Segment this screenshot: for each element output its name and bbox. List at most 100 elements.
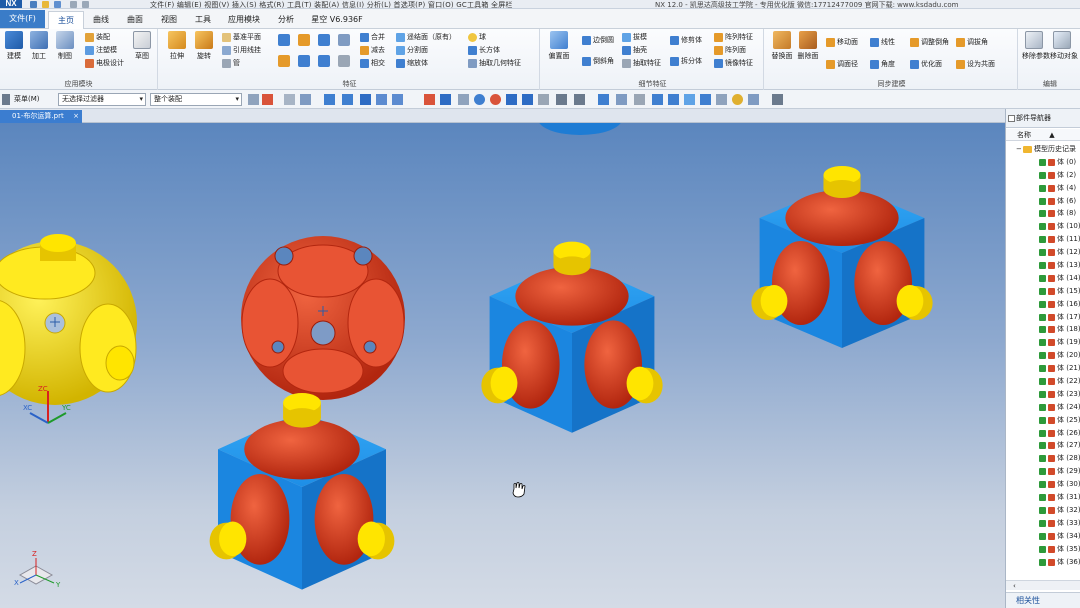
tree-item-body[interactable]: 体 (24) bbox=[1006, 401, 1080, 414]
tree-item-body[interactable]: 体 (10) bbox=[1006, 220, 1080, 233]
visibility-checkbox-icon[interactable] bbox=[1039, 390, 1046, 398]
assembly-button[interactable]: 装配 bbox=[85, 32, 110, 43]
scroll-left-icon[interactable]: ‹ bbox=[1013, 581, 1016, 591]
sphere-button[interactable]: 球 bbox=[468, 32, 486, 43]
visibility-checkbox-icon[interactable] bbox=[1039, 223, 1046, 231]
pocket-icon[interactable] bbox=[298, 55, 310, 67]
tree-item-body[interactable]: 体 (27) bbox=[1006, 439, 1080, 452]
red-sphere-body[interactable] bbox=[241, 236, 405, 400]
visibility-checkbox-icon[interactable] bbox=[1039, 313, 1046, 321]
resize-chamfer-button[interactable]: 调拔角 bbox=[956, 37, 988, 48]
visibility-checkbox-icon[interactable] bbox=[1039, 532, 1046, 540]
pad-icon[interactable] bbox=[318, 55, 330, 67]
tree-item-body[interactable]: 体 (29) bbox=[1006, 465, 1080, 478]
edge-blend-button[interactable]: 边倒圆 bbox=[582, 35, 614, 46]
intersect-button[interactable]: 相交 bbox=[360, 58, 385, 69]
visibility-checkbox-icon[interactable] bbox=[1039, 506, 1046, 514]
modeling-button[interactable]: 建模 bbox=[2, 31, 26, 61]
endpoint-icon[interactable] bbox=[360, 94, 371, 105]
pattern-face-button[interactable]: 阵列面 bbox=[714, 45, 746, 56]
pattern-feature-button[interactable]: 阵列特征 bbox=[714, 32, 753, 43]
navigator-checkbox[interactable] bbox=[1008, 115, 1015, 122]
tree-item-body[interactable]: 体 (26) bbox=[1006, 427, 1080, 440]
circle-icon[interactable] bbox=[490, 94, 501, 105]
type-filter-select[interactable]: 无选择过滤器 ▾ bbox=[58, 93, 146, 106]
tree-item-body[interactable]: 体 (35) bbox=[1006, 543, 1080, 556]
visibility-checkbox-icon[interactable] bbox=[1039, 494, 1046, 502]
new-icon[interactable] bbox=[54, 1, 61, 8]
main-menu[interactable]: 文件(F) 编辑(E) 视图(V) 插入(S) 格式(R) 工具(T) 装配(A… bbox=[150, 0, 513, 8]
view-iso-icon[interactable] bbox=[598, 94, 609, 105]
tree-item-body[interactable]: 体 (19) bbox=[1006, 336, 1080, 349]
yellow-sphere-body[interactable] bbox=[0, 234, 137, 405]
orient-view-icon[interactable] bbox=[538, 94, 549, 105]
datum-plane-button[interactable]: 基准平面 bbox=[222, 32, 261, 43]
visibility-checkbox-icon[interactable] bbox=[1039, 300, 1046, 308]
offset-face-button[interactable]: 偏置面 bbox=[547, 31, 571, 61]
menu-icon[interactable] bbox=[2, 94, 10, 105]
visibility-checkbox-icon[interactable] bbox=[1039, 274, 1046, 282]
selection-scope-select[interactable]: 整个装配 ▾ bbox=[150, 93, 242, 106]
angle-button[interactable]: 角度 bbox=[870, 59, 895, 70]
visibility-checkbox-icon[interactable] bbox=[1039, 210, 1046, 218]
visibility-checkbox-icon[interactable] bbox=[1039, 429, 1046, 437]
partial-blue-body[interactable] bbox=[538, 123, 622, 135]
cube-body-right[interactable] bbox=[751, 166, 933, 348]
visibility-checkbox-icon[interactable] bbox=[1039, 158, 1046, 166]
tree-item-body[interactable]: 体 (11) bbox=[1006, 233, 1080, 246]
visibility-checkbox-icon[interactable] bbox=[1039, 262, 1046, 270]
render-style-icon[interactable] bbox=[556, 94, 567, 105]
tree-item-body[interactable]: 体 (23) bbox=[1006, 388, 1080, 401]
move-face-button[interactable]: 移动面 bbox=[826, 37, 858, 48]
cube-body-left[interactable] bbox=[209, 393, 395, 590]
tree-item-body[interactable]: 体 (12) bbox=[1006, 246, 1080, 259]
remove-params-button[interactable]: 移除参数 bbox=[1022, 31, 1050, 61]
cube-body-center[interactable] bbox=[481, 241, 663, 433]
tab-surface[interactable]: 曲面 bbox=[120, 11, 150, 29]
fit-icon[interactable] bbox=[574, 94, 585, 105]
tab-applications[interactable]: 应用模块 bbox=[222, 11, 266, 29]
visibility-checkbox-icon[interactable] bbox=[1039, 326, 1046, 334]
visibility-checkbox-icon[interactable] bbox=[1039, 378, 1046, 386]
face-filter-icon[interactable] bbox=[324, 94, 335, 105]
view-top-icon[interactable] bbox=[634, 94, 645, 105]
visibility-checkbox-icon[interactable] bbox=[1039, 236, 1046, 244]
shaded-icon[interactable] bbox=[716, 94, 727, 105]
move-object-button[interactable]: 移动对象 bbox=[1050, 31, 1078, 61]
revolve-button[interactable]: 旋转 bbox=[192, 31, 216, 61]
tree-root-history[interactable]: − 模型历史记录 bbox=[1006, 143, 1080, 156]
tree-item-body[interactable]: 体 (2) bbox=[1006, 169, 1080, 182]
block-icon[interactable] bbox=[278, 34, 290, 46]
tree-item-body[interactable]: 体 (20) bbox=[1006, 349, 1080, 362]
visibility-checkbox-icon[interactable] bbox=[1039, 442, 1046, 450]
sketch-button[interactable]: 草图 bbox=[130, 31, 154, 61]
replace-face-button[interactable]: 替换面 bbox=[770, 31, 794, 61]
visibility-checkbox-icon[interactable] bbox=[1039, 287, 1046, 295]
chamfer-button[interactable]: 倒斜角 bbox=[582, 56, 614, 67]
undo-icon[interactable] bbox=[70, 1, 77, 8]
box-button[interactable]: 长方体 bbox=[468, 45, 500, 56]
visibility-checkbox-icon[interactable] bbox=[1039, 403, 1046, 411]
tree-item-body[interactable]: 体 (0) bbox=[1006, 156, 1080, 169]
menu-button[interactable]: 菜单(M) bbox=[14, 94, 40, 104]
window-icon[interactable] bbox=[772, 94, 783, 105]
tree-item-body[interactable]: 体 (33) bbox=[1006, 517, 1080, 530]
center-icon[interactable] bbox=[474, 94, 485, 105]
intersection-icon[interactable] bbox=[458, 94, 469, 105]
view-left-icon[interactable] bbox=[668, 94, 679, 105]
point-on-curve-icon[interactable] bbox=[392, 94, 403, 105]
tab-view[interactable]: 视图 bbox=[154, 11, 184, 29]
tree-item-body[interactable]: 体 (36) bbox=[1006, 556, 1080, 569]
delete-face-button[interactable]: 删除面 bbox=[796, 31, 820, 61]
link-face-button[interactable]: 遥结面（原有） bbox=[396, 32, 456, 43]
resize-radius-button[interactable]: 调面径 bbox=[826, 59, 858, 70]
groove-icon[interactable] bbox=[338, 55, 350, 67]
body-filter-icon[interactable] bbox=[342, 94, 353, 105]
electrode-button[interactable]: 电极设计 bbox=[85, 58, 124, 69]
trim-body-button[interactable]: 修剪体 bbox=[670, 35, 702, 46]
cross-icon[interactable] bbox=[506, 94, 517, 105]
tab-analysis[interactable]: 分析 bbox=[272, 11, 300, 29]
select-all-icon[interactable] bbox=[248, 94, 259, 105]
material-icon[interactable] bbox=[732, 94, 743, 105]
mold-button[interactable]: 注塑模 bbox=[85, 45, 117, 56]
